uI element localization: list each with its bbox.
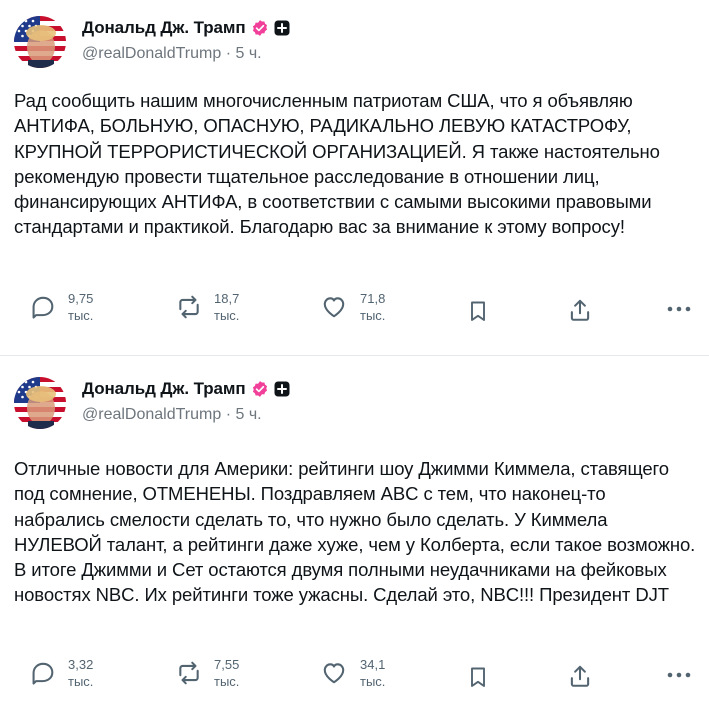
bookmark-button[interactable] [466,665,490,689]
like-unit: тыс. [360,674,386,689]
repost-unit: тыс. [214,308,240,323]
reply-unit: тыс. [68,674,94,689]
post-header: Дональд Дж. Трамп @realDonaldTrump · 5 ч… [82,17,290,63]
avatar[interactable] [14,377,66,429]
like-count: 34,1 [360,657,386,672]
bookmark-icon [471,301,485,321]
action-bar: 9,75 тыс. 18,7 тыс. 71,8 тыс. [0,290,709,336]
reply-button[interactable]: 9,75 тыс. [30,290,93,324]
more-button[interactable] [666,304,692,314]
share-icon [570,665,590,687]
separator-dot: · [225,45,236,62]
repost-icon [179,661,199,685]
repost-button[interactable]: 7,55 тыс. [176,656,239,690]
post-text: Отличные новости для Америки: рейтинги ш… [14,458,696,606]
post[interactable]: Дональд Дж. Трамп @realDonaldTrump · 5 ч… [0,0,709,355]
post-header: Дональд Дж. Трамп @realDonaldTrump · 5 ч… [82,378,290,424]
verified-badge-icon [252,381,267,397]
reply-icon [32,296,54,319]
more-button[interactable] [666,670,692,680]
reply-button[interactable]: 3,32 тыс. [30,656,93,690]
reply-icon [32,662,54,685]
author-name[interactable]: Дональд Дж. Трамп [82,18,246,38]
reply-count: 3,32 [68,657,94,672]
repost-button[interactable]: 18,7 тыс. [176,290,239,324]
post[interactable]: Дональд Дж. Трамп @realDonaldTrump · 5 ч… [0,355,709,711]
author-handle[interactable]: @realDonaldTrump [82,406,221,423]
share-button[interactable] [567,297,593,323]
author-name[interactable]: Дональд Дж. Трамп [82,379,246,399]
handle-row: @realDonaldTrump · 5 ч. [82,45,290,63]
like-icon [323,663,345,684]
handle-row: @realDonaldTrump · 5 ч. [82,406,290,424]
like-unit: тыс. [360,308,386,323]
verified-badge-icon [252,20,267,36]
author-handle[interactable]: @realDonaldTrump [82,45,221,62]
subscribe-plus-icon[interactable] [274,20,290,36]
bookmark-button[interactable] [466,299,490,323]
repost-count: 7,55 [214,657,240,672]
action-bar: 3,32 тыс. 7,55 тыс. 34,1 тыс. [0,656,709,702]
subscribe-plus-icon[interactable] [274,381,290,397]
separator-dot: · [225,406,236,423]
reply-unit: тыс. [68,308,94,323]
repost-unit: тыс. [214,674,240,689]
repost-count: 18,7 [214,291,240,306]
avatar[interactable] [14,16,66,68]
like-button[interactable]: 34,1 тыс. [320,656,385,690]
like-button[interactable]: 71,8 тыс. [320,290,385,324]
like-icon [323,297,345,318]
repost-icon [179,295,199,319]
bookmark-icon [471,667,485,687]
more-icon [667,306,691,312]
reply-count: 9,75 [68,291,94,306]
post-text: Рад сообщить нашим многочисленным патрио… [14,90,660,238]
post-time[interactable]: 5 ч. [236,45,262,62]
more-icon [667,672,691,678]
post-time[interactable]: 5 ч. [236,406,262,423]
like-count: 71,8 [360,291,386,306]
share-button[interactable] [567,663,593,689]
share-icon [570,299,590,321]
